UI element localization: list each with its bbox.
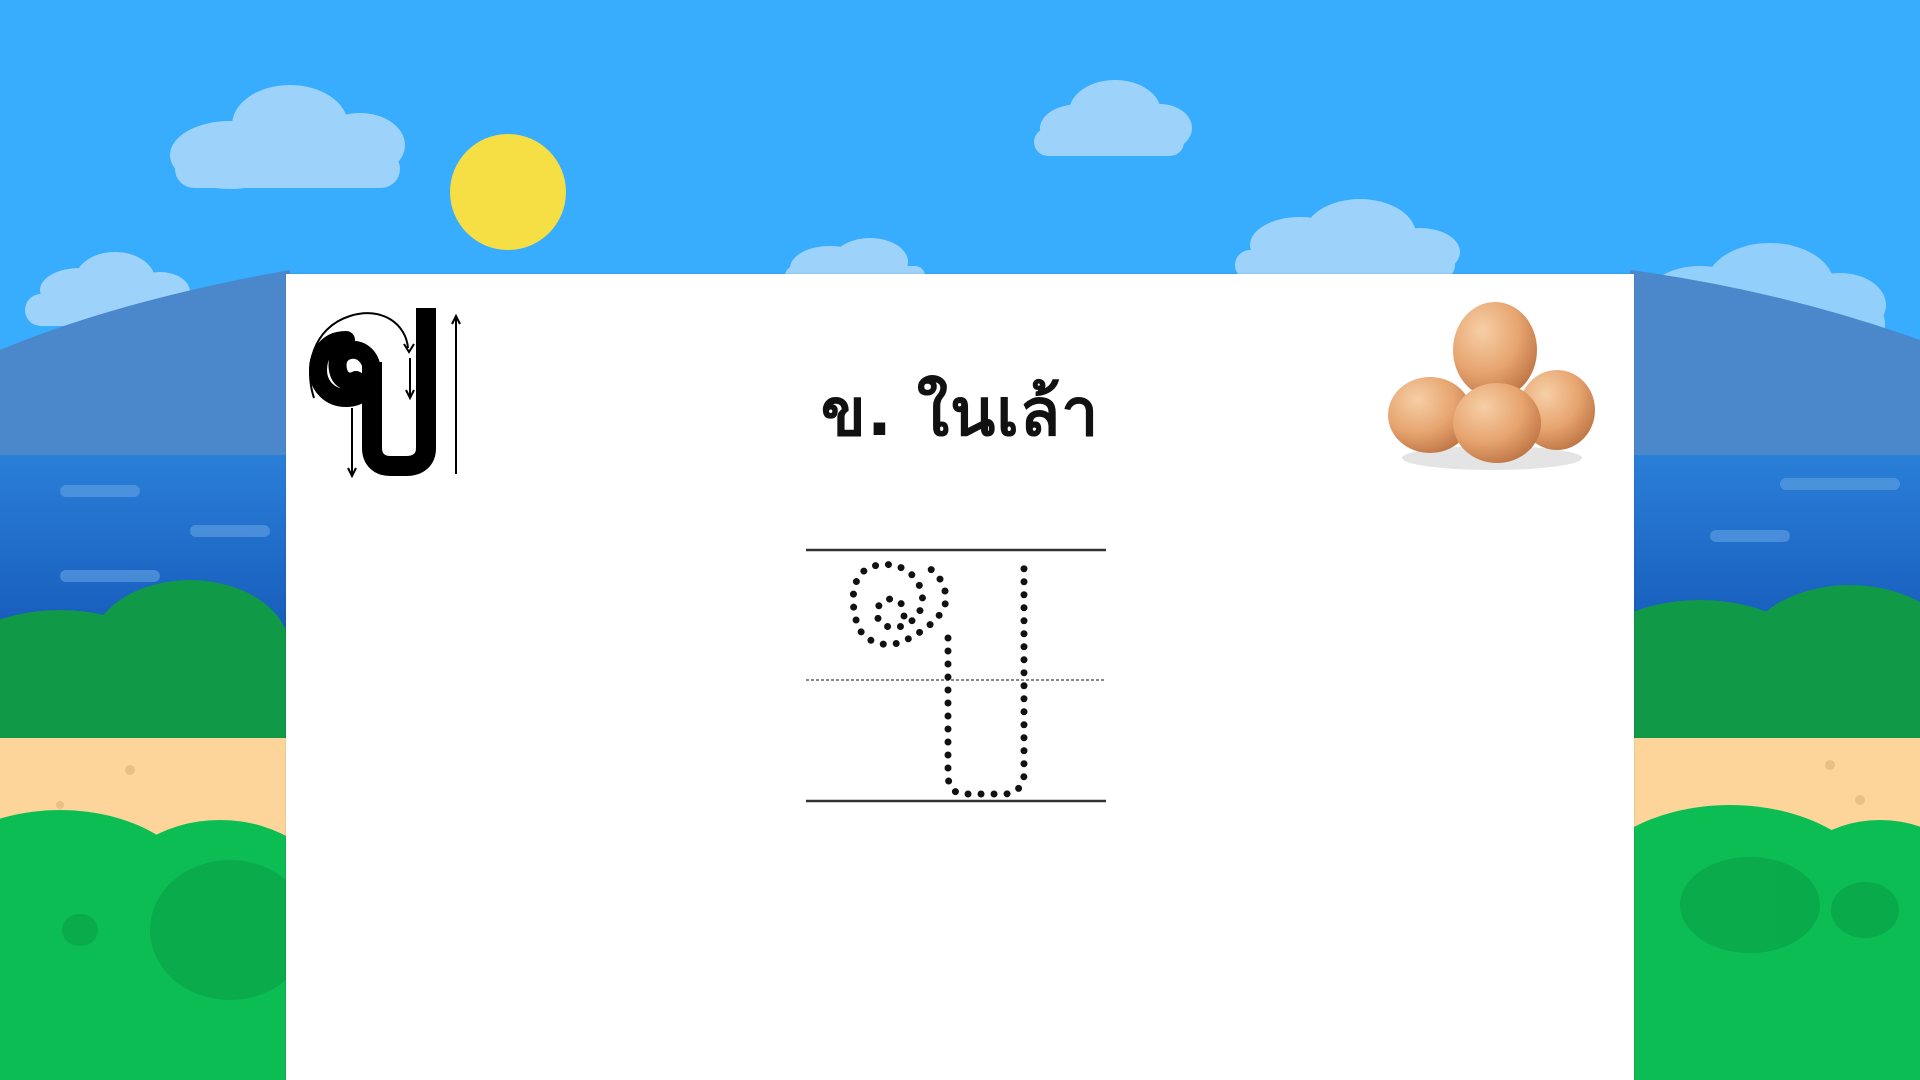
letter-card: ข. ในเล้า	[286, 274, 1634, 1080]
sun-icon	[450, 134, 566, 250]
slide: ข. ในเล้า	[0, 0, 1920, 1080]
eggs-icon	[1388, 302, 1595, 470]
dotted-trace-letter-icon	[806, 548, 1106, 803]
